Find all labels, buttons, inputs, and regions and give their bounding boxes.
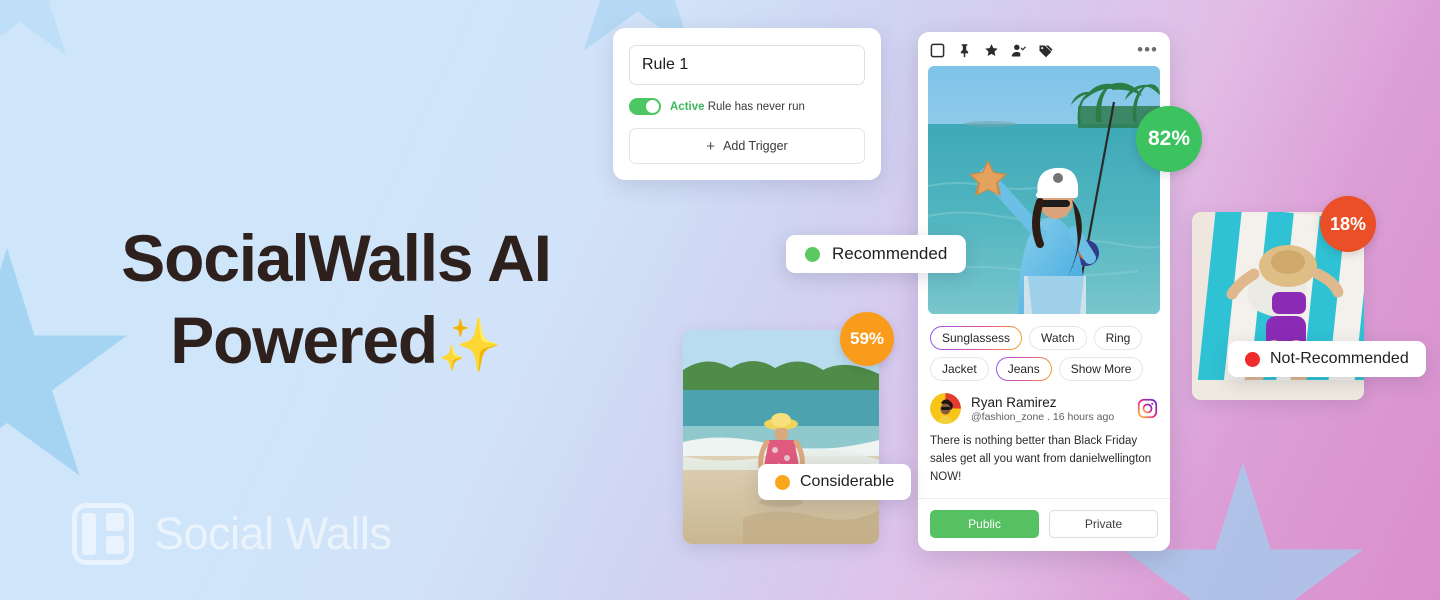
rule-active-toggle[interactable] (629, 98, 661, 115)
tag-chip[interactable]: Sunglassess (930, 326, 1022, 350)
page-title: SocialWalls AI Powered✨ (0, 218, 672, 382)
sparkles-icon: ✨ (436, 316, 502, 375)
status-dot-red (1245, 351, 1260, 367)
headline-line-2-text: Powered (170, 302, 438, 377)
panel-grid-icon (72, 503, 134, 565)
user-check-icon[interactable] (1011, 43, 1026, 58)
rule-status-text: Active Rule has never run (670, 101, 805, 113)
headline-line-2: Powered✨ (0, 300, 672, 382)
tag-chip[interactable]: Jacket (930, 357, 989, 381)
post-caption: There is nothing better than Black Frida… (930, 435, 1152, 483)
add-trigger-button[interactable]: + Add Trigger (629, 128, 865, 164)
rule-name-input[interactable] (629, 45, 865, 85)
considerable-badge: Considerable (758, 464, 912, 500)
decorative-star-topleft (0, 0, 97, 56)
show-more-tags-button[interactable]: Show More (1058, 357, 1144, 381)
post-author: Ryan Ramirez @fashion_zone . 16 hours ag… (918, 381, 1170, 424)
checkbox-icon[interactable] (930, 43, 945, 58)
considerable-label: Considerable (800, 473, 895, 490)
rule-run-detail: Rule has never run (707, 100, 805, 113)
tag-chip[interactable]: Ring (1093, 326, 1143, 350)
rule-card: Active Rule has never run + Add Trigger (613, 28, 881, 180)
tag-chip[interactable]: Jeans (996, 357, 1052, 381)
score-badge-82: 82% (1136, 106, 1202, 172)
tag-icon[interactable] (1038, 43, 1053, 58)
plus-icon: + (706, 137, 716, 155)
private-button[interactable]: Private (1049, 510, 1158, 539)
author-meta: Ryan Ramirez @fashion_zone . 16 hours ag… (971, 395, 1127, 423)
star-icon[interactable] (984, 43, 999, 58)
author-name: Ryan Ramirez (971, 394, 1057, 410)
watermark-text: Social Walls (154, 508, 392, 559)
add-trigger-label: Add Trigger (723, 139, 788, 153)
post-image (928, 66, 1160, 314)
avatar (930, 393, 961, 424)
post-card: ••• Sunglassess Watch Ring Jacket Jeans … (918, 32, 1170, 552)
recommended-badge: Recommended (786, 235, 967, 273)
not-recommended-badge: Not-Recommended (1228, 341, 1426, 377)
score-badge-18: 18% (1320, 196, 1376, 252)
tag-chip[interactable]: Watch (1029, 326, 1087, 350)
tag-list: Sunglassess Watch Ring Jacket Jeans Show… (918, 314, 1170, 381)
watermark-logo: Social Walls (72, 503, 392, 565)
status-dot-orange (775, 474, 790, 490)
score-badge-59: 59% (840, 312, 894, 366)
rule-status-row: Active Rule has never run (629, 98, 865, 115)
beach-walk-photo (683, 330, 879, 544)
pin-icon[interactable] (957, 43, 972, 58)
post-actions: Public Private (918, 498, 1170, 551)
status-dot-green (805, 246, 820, 262)
instagram-icon[interactable] (1137, 398, 1158, 419)
more-options-icon[interactable]: ••• (1137, 41, 1158, 58)
rule-active-label: Active (670, 100, 705, 113)
headline-line-1: SocialWalls AI (121, 221, 552, 295)
recommended-label: Recommended (832, 244, 948, 263)
not-recommended-label: Not-Recommended (1270, 350, 1409, 367)
post-toolbar: ••• (918, 32, 1170, 66)
public-button[interactable]: Public (930, 510, 1039, 539)
author-handle: @fashion_zone . 16 hours ago (971, 410, 1115, 423)
